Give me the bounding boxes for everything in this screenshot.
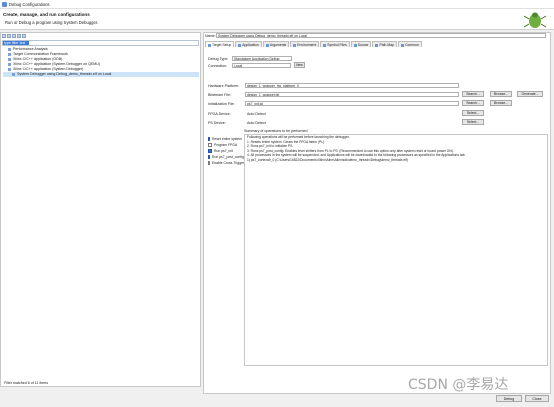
init-file-label: Initialization File:	[208, 102, 235, 106]
tab-label: Path Map	[379, 43, 394, 47]
checkbox-box[interactable]	[208, 143, 212, 147]
config-type-icon	[12, 72, 15, 76]
tab-symbol-files[interactable]: Symbol Files	[320, 41, 350, 47]
dialog-header: Create, manage, and run configurations R…	[0, 9, 554, 30]
tab-target-setup[interactable]: Target Setup	[205, 41, 235, 47]
checkbox-box[interactable]	[208, 161, 210, 165]
checkbox-box[interactable]	[208, 149, 212, 153]
tab-application[interactable]: Application	[235, 41, 262, 47]
config-type-icon	[8, 47, 11, 51]
tab-label: Application	[242, 43, 259, 47]
config-tree: Performance Analysis Target Communication…	[3, 47, 199, 77]
tab-label: Source	[357, 43, 369, 47]
header-title: Create, manage, and run configurations	[3, 12, 90, 17]
debug-button[interactable]: Debug	[496, 395, 522, 402]
title-bar: Debug Configurations	[0, 0, 554, 9]
name-label: Name:	[205, 34, 216, 38]
delete-icon[interactable]	[12, 34, 16, 38]
tab-label: Environment	[297, 43, 317, 47]
tree-item-label: Performance Analysis	[13, 47, 48, 51]
tab-label: Symbol Files	[327, 43, 347, 47]
app-icon	[2, 2, 7, 7]
debug-type-select[interactable]: Standalone Application Debug	[232, 56, 292, 61]
bitstream-field[interactable]: design_1_wrapper.bit	[245, 92, 459, 97]
config-list-pane	[0, 32, 201, 387]
init-search-button[interactable]: Search...	[462, 100, 484, 106]
summary-line: 1) ps7_cortexa9_0 (C:\Users\15522\Docume…	[247, 157, 408, 162]
new-config-icon[interactable]	[2, 34, 6, 38]
config-type-icon	[8, 57, 11, 61]
name-field[interactable]: System Debugger using Debug_demo_threadx…	[216, 33, 546, 38]
header-subtitle: Run or Debug a program using System Debu…	[5, 20, 99, 25]
init-file-field[interactable]: ps7_init.tcl	[245, 101, 459, 106]
filter-placeholder: type filter text	[3, 41, 29, 45]
tab-icon	[265, 43, 269, 47]
connection-label: Connection:	[208, 64, 228, 68]
duplicate-icon[interactable]	[7, 34, 11, 38]
tab-label: Target Setup	[212, 43, 232, 47]
config-tabs: Target Setup Application Arguments Environm…	[205, 41, 423, 47]
debug-type-label: Debug Type:	[208, 57, 229, 61]
bitstream-search-button[interactable]: Search...	[462, 91, 484, 97]
ps-select-button[interactable]: Select...	[462, 119, 484, 125]
option-label: Program FPGA	[214, 143, 238, 147]
new-connection-button[interactable]: New	[294, 62, 305, 68]
window-title: Debug Configurations	[9, 2, 50, 7]
tab-label: Common	[404, 43, 419, 47]
close-button[interactable]: Close	[525, 395, 549, 402]
ps-device-label: PS Device:	[208, 121, 226, 125]
tab-icon	[353, 43, 357, 47]
summary-panel: Following operations will be performed b…	[244, 134, 548, 366]
tab-arguments[interactable]: Arguments	[262, 41, 290, 47]
checkbox-box[interactable]	[208, 155, 210, 159]
debug-bug-icon	[523, 12, 547, 28]
tab-icon	[238, 43, 242, 47]
tab-path-map[interactable]: Path Map	[372, 41, 397, 47]
hw-platform-label: Hardware Platform:	[208, 84, 239, 88]
checkbox-box[interactable]	[208, 137, 211, 141]
tree-item-label: System Debugger using Debug_demo_threadx…	[17, 72, 112, 76]
tree-item-label: Xilinx C/C++ application (System Debugge…	[13, 67, 84, 71]
filter-input[interactable]: type filter text	[2, 40, 199, 46]
generate-button[interactable]: Generate...	[517, 91, 543, 97]
collapse-all-icon[interactable]	[17, 34, 21, 38]
tab-icon	[400, 43, 404, 47]
fpga-device-label: FPGA Device:	[208, 112, 231, 116]
option-checkbox[interactable]: Enable Cross-Triggering	[208, 160, 249, 166]
summary-title: Summary of operations to be performed	[244, 129, 308, 133]
config-type-icon	[8, 67, 11, 71]
option-label: Run ps7_init	[214, 149, 233, 153]
tab-common[interactable]: Common	[397, 41, 422, 47]
tab-environment[interactable]: Environment	[290, 41, 320, 47]
ps-device-value: Auto Detect	[247, 121, 266, 125]
tree-item-label: Xilinx C/C++ application (GDB)	[13, 57, 63, 61]
option-label: Reset entire system	[212, 137, 242, 141]
tree-item-label: Xilinx C/C++ application (System Debugge…	[13, 62, 101, 66]
tab-icon	[293, 43, 297, 47]
option-label: Run ps7_post_config	[212, 155, 244, 159]
tab-source[interactable]: Source	[350, 41, 372, 47]
fpga-device-value: Auto Detect	[247, 112, 266, 116]
tab-label: Arguments	[269, 43, 287, 47]
connection-select[interactable]: Local	[232, 63, 291, 68]
bitstream-browse-button[interactable]: Browse...	[490, 91, 512, 97]
tab-icon	[208, 43, 211, 47]
init-browse-button[interactable]: Browse...	[490, 100, 512, 106]
config-type-icon	[8, 62, 11, 66]
tab-icon	[375, 43, 379, 47]
watermark-text: CSDN @李易达	[408, 377, 509, 393]
filter-icon[interactable]	[22, 34, 26, 38]
options-group: Reset entire system Program FPGA Run ps7_i…	[208, 136, 249, 166]
hw-platform-select[interactable]: design_1_wrapper_hw_platform_0	[245, 83, 459, 88]
tree-item[interactable]: System Debugger using Debug_demo_threadx…	[3, 72, 199, 77]
filter-status: Filter matched 6 of 11 items	[4, 381, 49, 385]
config-toolbar	[2, 34, 27, 39]
tab-icon	[323, 43, 327, 47]
fpga-select-button[interactable]: Select...	[462, 110, 484, 116]
tree-item-label: Target Communication Framework	[13, 52, 68, 56]
bitstream-label: Bitstream File:	[208, 93, 231, 97]
config-type-icon	[8, 52, 11, 56]
